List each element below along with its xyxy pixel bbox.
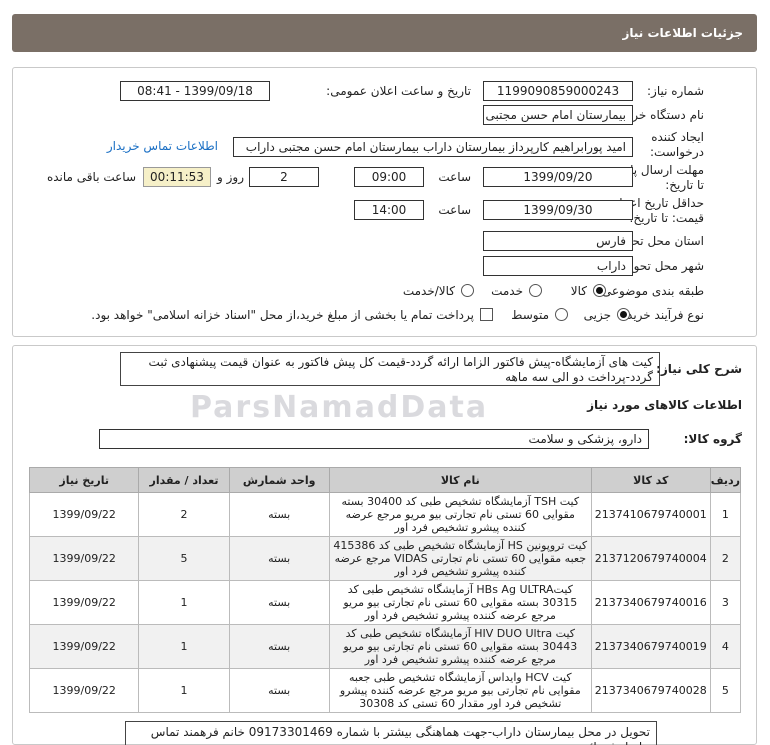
process-partial-label: جزیی bbox=[583, 308, 611, 322]
cell-code: 2137120679740004 bbox=[590, 536, 711, 581]
cell-qty: 1 bbox=[138, 580, 230, 625]
col-code: کد کالا bbox=[590, 467, 711, 493]
announce-field: 1399/09/18 - 08:41 bbox=[120, 81, 270, 101]
validity-label-2: قیمت: تا تاریخ: bbox=[629, 211, 704, 225]
col-qty: تعداد / مقدار bbox=[138, 467, 230, 493]
cell-name: کیت HIV DUO Ultra آزمایشگاه تشخیص طبی کد… bbox=[328, 624, 592, 669]
category-goods-radio[interactable] bbox=[593, 284, 606, 297]
city-field: داراب bbox=[483, 256, 633, 276]
reply-date-field: 1399/09/20 bbox=[483, 167, 633, 187]
category-goods-label: کالا bbox=[570, 284, 587, 298]
cell-row: 2 bbox=[709, 536, 742, 581]
process-medium-radio[interactable] bbox=[555, 308, 568, 321]
buyer-field: بیمارستان امام حسن مجتبی داراب bbox=[483, 105, 633, 125]
cell-unit: بسته bbox=[228, 624, 330, 669]
cell-row: 1 bbox=[709, 492, 742, 537]
treasury-payment-label: پرداخت تمام یا بخشی از مبلغ خرید،از محل … bbox=[91, 308, 474, 322]
cell-name: کیتHBs Ag ULTRA آزمایشگاه تشخیص طبی کد 3… bbox=[328, 580, 592, 625]
cell-code: 2137410679740001 bbox=[590, 492, 711, 537]
validity-date-field: 1399/09/30 bbox=[483, 200, 633, 220]
cell-unit: بسته bbox=[228, 668, 330, 713]
page-title: جزئیات اطلاعات نیاز bbox=[622, 26, 743, 40]
cell-qty: 1 bbox=[138, 624, 230, 669]
announce-label: تاریخ و ساعت اعلان عمومی: bbox=[326, 84, 471, 98]
reply-time-field: 09:00 bbox=[354, 167, 424, 187]
need-number-label: شماره نیاز: bbox=[647, 84, 704, 98]
remaining-label: ساعت باقی مانده bbox=[46, 170, 136, 184]
col-unit: واحد شمارش bbox=[228, 467, 330, 493]
days-label: روز و bbox=[217, 170, 244, 184]
need-info-panel: شماره نیاز: 1199090859000243 تاریخ و ساع… bbox=[12, 67, 757, 337]
validity-time-field: 14:00 bbox=[354, 200, 424, 220]
cell-row: 4 bbox=[709, 624, 742, 669]
buyer-contact-link[interactable]: اطلاعات تماس خریدار bbox=[107, 139, 218, 153]
cell-date: 1399/09/22 bbox=[28, 492, 140, 537]
watermark: ParsNamadData bbox=[190, 390, 489, 425]
cell-name: کیت تروپونین HS آزمایشگاه تشخیص طبی کد 4… bbox=[328, 536, 592, 581]
days-field: 2 bbox=[249, 167, 319, 187]
province-field: فارس bbox=[483, 231, 633, 251]
table-header-row: ردیف کد کالا نام کالا واحد شمارش تعداد /… bbox=[28, 467, 742, 493]
cell-row: 5 bbox=[709, 668, 742, 713]
table-row[interactable]: 1 2137410679740001 کیت TSH آزمایشگاه تشخ… bbox=[28, 492, 742, 537]
cell-qty: 5 bbox=[138, 536, 230, 581]
cell-date: 1399/09/22 bbox=[28, 624, 140, 669]
category-service-label: خدمت bbox=[491, 284, 523, 298]
cell-qty: 2 bbox=[138, 492, 230, 537]
delivery-note: تحویل در محل بیمارستان داراب-جهت هماهنگی… bbox=[125, 721, 657, 745]
col-date: تاریخ نیاز bbox=[28, 467, 140, 493]
goods-group-label: گروه کالا: bbox=[683, 432, 742, 446]
summary-label: شرح کلی نیاز: bbox=[656, 362, 742, 376]
reply-deadline-label-2: تا تاریخ: bbox=[665, 178, 704, 192]
cell-date: 1399/09/22 bbox=[28, 536, 140, 581]
need-number-field: 1199090859000243 bbox=[483, 81, 633, 101]
cell-unit: بسته bbox=[228, 536, 330, 581]
process-label: نوع فرآیند خرید : bbox=[619, 308, 704, 322]
validity-time-label: ساعت bbox=[438, 203, 471, 217]
cell-row: 3 bbox=[709, 580, 742, 625]
cell-code: 2137340679740028 bbox=[590, 668, 711, 713]
table-row[interactable]: 3 2137340679740016 کیتHBs Ag ULTRA آزمای… bbox=[28, 580, 742, 625]
goods-group-field: دارو، پزشکی و سلامت bbox=[99, 429, 649, 449]
table-row[interactable]: 4 2137340679740019 کیت HIV DUO Ultra آزم… bbox=[28, 624, 742, 669]
reply-time-label: ساعت bbox=[438, 170, 471, 184]
process-medium-label: متوسط bbox=[511, 308, 549, 322]
cell-name: کیت TSH آزمایشگاه تشخیص طبی کد 30400 بست… bbox=[328, 492, 592, 537]
goods-table: ردیف کد کالا نام کالا واحد شمارش تعداد /… bbox=[28, 467, 742, 713]
cell-date: 1399/09/22 bbox=[28, 580, 140, 625]
col-row: ردیف bbox=[709, 467, 742, 493]
cell-code: 2137340679740019 bbox=[590, 624, 711, 669]
creator-label: ایجاد کننده bbox=[651, 130, 704, 144]
creator-field: امید پورابراهیم کارپرداز بیمارستان داراب… bbox=[233, 137, 633, 157]
cell-code: 2137340679740016 bbox=[590, 580, 711, 625]
cell-name: کیت HCV وایداس آزمایشگاه تشخیص طبی جعبه … bbox=[328, 668, 592, 713]
remaining-timer: 00:11:53 bbox=[143, 167, 211, 187]
category-label: طبقه بندی موضوعی: bbox=[597, 284, 704, 298]
process-partial-radio[interactable] bbox=[617, 308, 630, 321]
category-service-radio[interactable] bbox=[529, 284, 542, 297]
cell-unit: بسته bbox=[228, 492, 330, 537]
col-name: نام کالا bbox=[328, 467, 592, 493]
cell-date: 1399/09/22 bbox=[28, 668, 140, 713]
header-bar: جزئیات اطلاعات نیاز bbox=[12, 14, 757, 52]
table-row[interactable]: 5 2137340679740028 کیت HCV وایداس آزمایش… bbox=[28, 668, 742, 713]
cell-qty: 1 bbox=[138, 668, 230, 713]
category-goods-service-radio[interactable] bbox=[461, 284, 474, 297]
category-goods-service-label: کالا/خدمت bbox=[402, 284, 455, 298]
summary-text: کیت های آزمایشگاه-پیش فاکتور الزاما ارائ… bbox=[120, 352, 660, 386]
table-row[interactable]: 2 2137120679740004 کیت تروپونین HS آزمای… bbox=[28, 536, 742, 581]
cell-unit: بسته bbox=[228, 580, 330, 625]
treasury-payment-checkbox[interactable] bbox=[480, 308, 493, 321]
creator-label-2: درخواست: bbox=[650, 145, 704, 159]
goods-section-title: اطلاعات کالاهای مورد نیاز bbox=[587, 398, 742, 412]
